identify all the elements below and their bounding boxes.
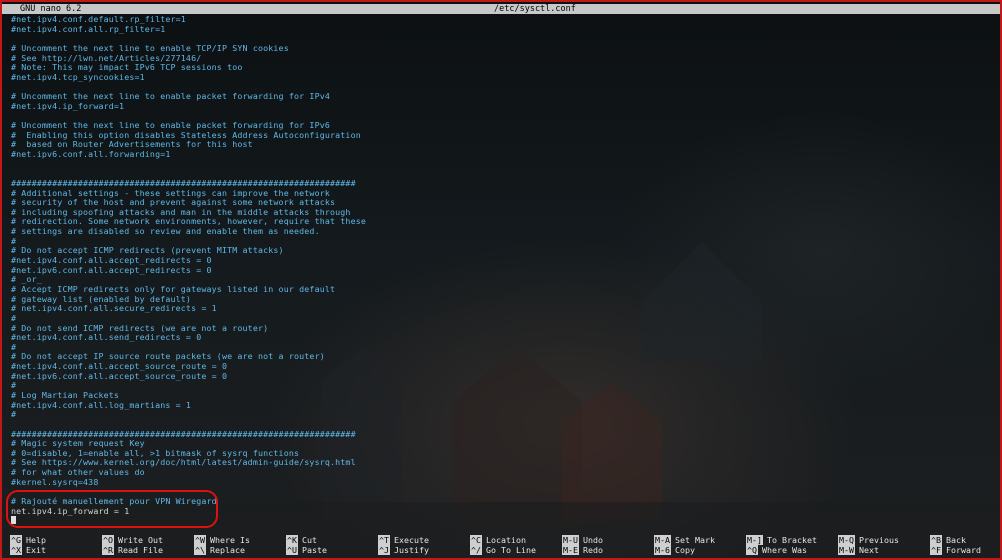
shortcut-key: M-U [562, 535, 579, 545]
terminal-window: GNU nano 6.2 /etc/sysctl.conf #net.ipv4.… [0, 0, 1002, 560]
shortcut-to-bracket[interactable]: M-] To Bracket [746, 535, 817, 545]
editor-line[interactable]: #net.ipv4.conf.all.log_martians = 1 [11, 400, 991, 411]
shortcut-key: M-Q [838, 535, 855, 545]
shortcut-key: M-E [562, 545, 579, 555]
shortcut-label: Where Was [762, 545, 807, 555]
shortcut-key: ^\ [194, 545, 206, 555]
shortcut-key: ^O [102, 535, 114, 545]
shortcut-key: M-6 [654, 545, 671, 555]
shortcut-label: Where Is [210, 535, 250, 545]
annotation-highlight-ellipse [6, 490, 218, 528]
shortcut-justify[interactable]: ^J Justify [378, 545, 429, 555]
shortcut-key: M-W [838, 545, 855, 555]
editor-line[interactable]: # [11, 410, 991, 420]
shortcut-key: M-] [746, 535, 763, 545]
shortcut-label: Execute [394, 535, 429, 545]
shortcut-next[interactable]: M-W Next [838, 545, 879, 555]
shortcut-where-was[interactable]: ^Q Where Was [746, 545, 807, 555]
shortcut-key: ^G [10, 535, 22, 545]
shortcut-copy[interactable]: M-6 Copy [654, 545, 695, 555]
shortcut-paste[interactable]: ^U Paste [286, 545, 327, 555]
shortcut-exit[interactable]: ^X Exit [10, 545, 46, 555]
editor-line[interactable]: #net.ipv6.conf.all.forwarding=1 [11, 149, 991, 160]
shortcut-key: ^W [194, 535, 206, 545]
shortcut-key: ^T [378, 535, 390, 545]
shortcut-key: ^J [378, 545, 390, 555]
app-title: GNU nano 6.2 [20, 4, 82, 14]
shortcut-label: Redo [583, 545, 603, 555]
shortcut-key: M-A [654, 535, 671, 545]
editor-line[interactable]: # See https://www.kernel.org/doc/html/la… [11, 458, 991, 468]
editor-line[interactable]: #net.ipv4.conf.all.rp_filter=1 [11, 24, 991, 35]
shortcut-replace[interactable]: ^\ Replace [194, 545, 245, 555]
editor-line[interactable]: # for what other values do [11, 467, 991, 478]
file-path: /etc/sysctl.conf [494, 4, 576, 14]
shortcut-label: To Bracket [767, 535, 817, 545]
shortcut-key: ^K [286, 535, 298, 545]
editor-line[interactable]: # net.ipv4.conf.all.secure_redirects = 1 [11, 304, 991, 314]
editor-line[interactable]: # settings are disabled so review and en… [11, 226, 991, 237]
editor-line[interactable]: # Uncomment the next line to enable pack… [11, 91, 991, 102]
shortcut-label: Write Out [118, 535, 163, 545]
shortcut-go-to-line[interactable]: ^/ Go To Line [470, 545, 536, 555]
shortcut-label: Help [26, 535, 46, 545]
shortcut-bar: ^G Help ^X Exit ^O Write Out ^R Read File ^W Wher… [2, 535, 1000, 558]
shortcut-label: Undo [583, 535, 603, 545]
shortcut-write-out[interactable]: ^O Write Out [102, 535, 163, 545]
shortcut-previous[interactable]: M-Q Previous [838, 535, 899, 545]
shortcut-cut[interactable]: ^K Cut [286, 535, 317, 545]
shortcut-read-file[interactable]: ^R Read File [102, 545, 163, 555]
shortcut-execute[interactable]: ^T Execute [378, 535, 429, 545]
shortcut-label: Back [946, 535, 966, 545]
shortcut-key: ^R [102, 545, 114, 555]
editor-line[interactable]: #net.ipv6.conf.all.accept_source_route =… [11, 371, 991, 382]
shortcut-where-is[interactable]: ^W Where Is [194, 535, 250, 545]
shortcut-label: Go To Line [486, 545, 536, 555]
shortcut-set-mark[interactable]: M-A Set Mark [654, 535, 715, 545]
shortcut-key: ^F [930, 545, 942, 555]
shortcut-label: Set Mark [675, 535, 715, 545]
shortcut-label: Forward [946, 545, 981, 555]
editor-line[interactable]: ########################################… [11, 429, 991, 440]
shortcut-label: Next [859, 545, 879, 555]
editor-line[interactable]: #net.ipv4.tcp_syncookies=1 [11, 72, 991, 83]
editor-line[interactable]: #net.ipv4.ip_forward=1 [11, 101, 991, 112]
shortcut-label: Copy [675, 545, 695, 555]
shortcut-undo[interactable]: M-U Undo [562, 535, 603, 545]
editor-line[interactable]: # [11, 381, 991, 391]
shortcut-key: ^B [930, 535, 942, 545]
text-editor-area[interactable]: #net.ipv4.conf.default.rp_filter=1 #net.i… [11, 14, 991, 516]
shortcut-label: Justify [394, 545, 429, 555]
editor-line[interactable] [11, 160, 991, 170]
shortcut-redo[interactable]: M-E Redo [562, 545, 603, 555]
title-bar: GNU nano 6.2 /etc/sysctl.conf [2, 4, 1000, 14]
shortcut-key: ^U [286, 545, 298, 555]
shortcut-key: ^/ [470, 545, 482, 555]
shortcut-back[interactable]: ^B Back [930, 535, 966, 545]
shortcut-key: ^Q [746, 545, 758, 555]
editor-line[interactable]: #net.ipv4.conf.all.send_redirects = 0 [11, 332, 991, 343]
shortcut-key: ^C [470, 535, 482, 545]
shortcut-label: Previous [859, 535, 899, 545]
shortcut-location[interactable]: ^C Location [470, 535, 526, 545]
shortcut-label: Location [486, 535, 526, 545]
shortcut-label: Cut [302, 535, 317, 545]
editor-line[interactable]: # Note: This may impact IPv6 TCP session… [11, 63, 991, 73]
shortcut-label: Read File [118, 545, 163, 555]
shortcut-key: ^X [10, 545, 22, 555]
editor-line[interactable]: #kernel.sysrq=438 [11, 477, 991, 488]
shortcut-help[interactable]: ^G Help [10, 535, 46, 545]
editor-line[interactable]: #net.ipv6.conf.all.accept_redirects = 0 [11, 265, 991, 276]
shortcut-label: Replace [210, 545, 245, 555]
shortcut-label: Paste [302, 545, 327, 555]
shortcut-label: Exit [26, 545, 46, 555]
shortcut-forward[interactable]: ^F Forward [930, 545, 981, 555]
